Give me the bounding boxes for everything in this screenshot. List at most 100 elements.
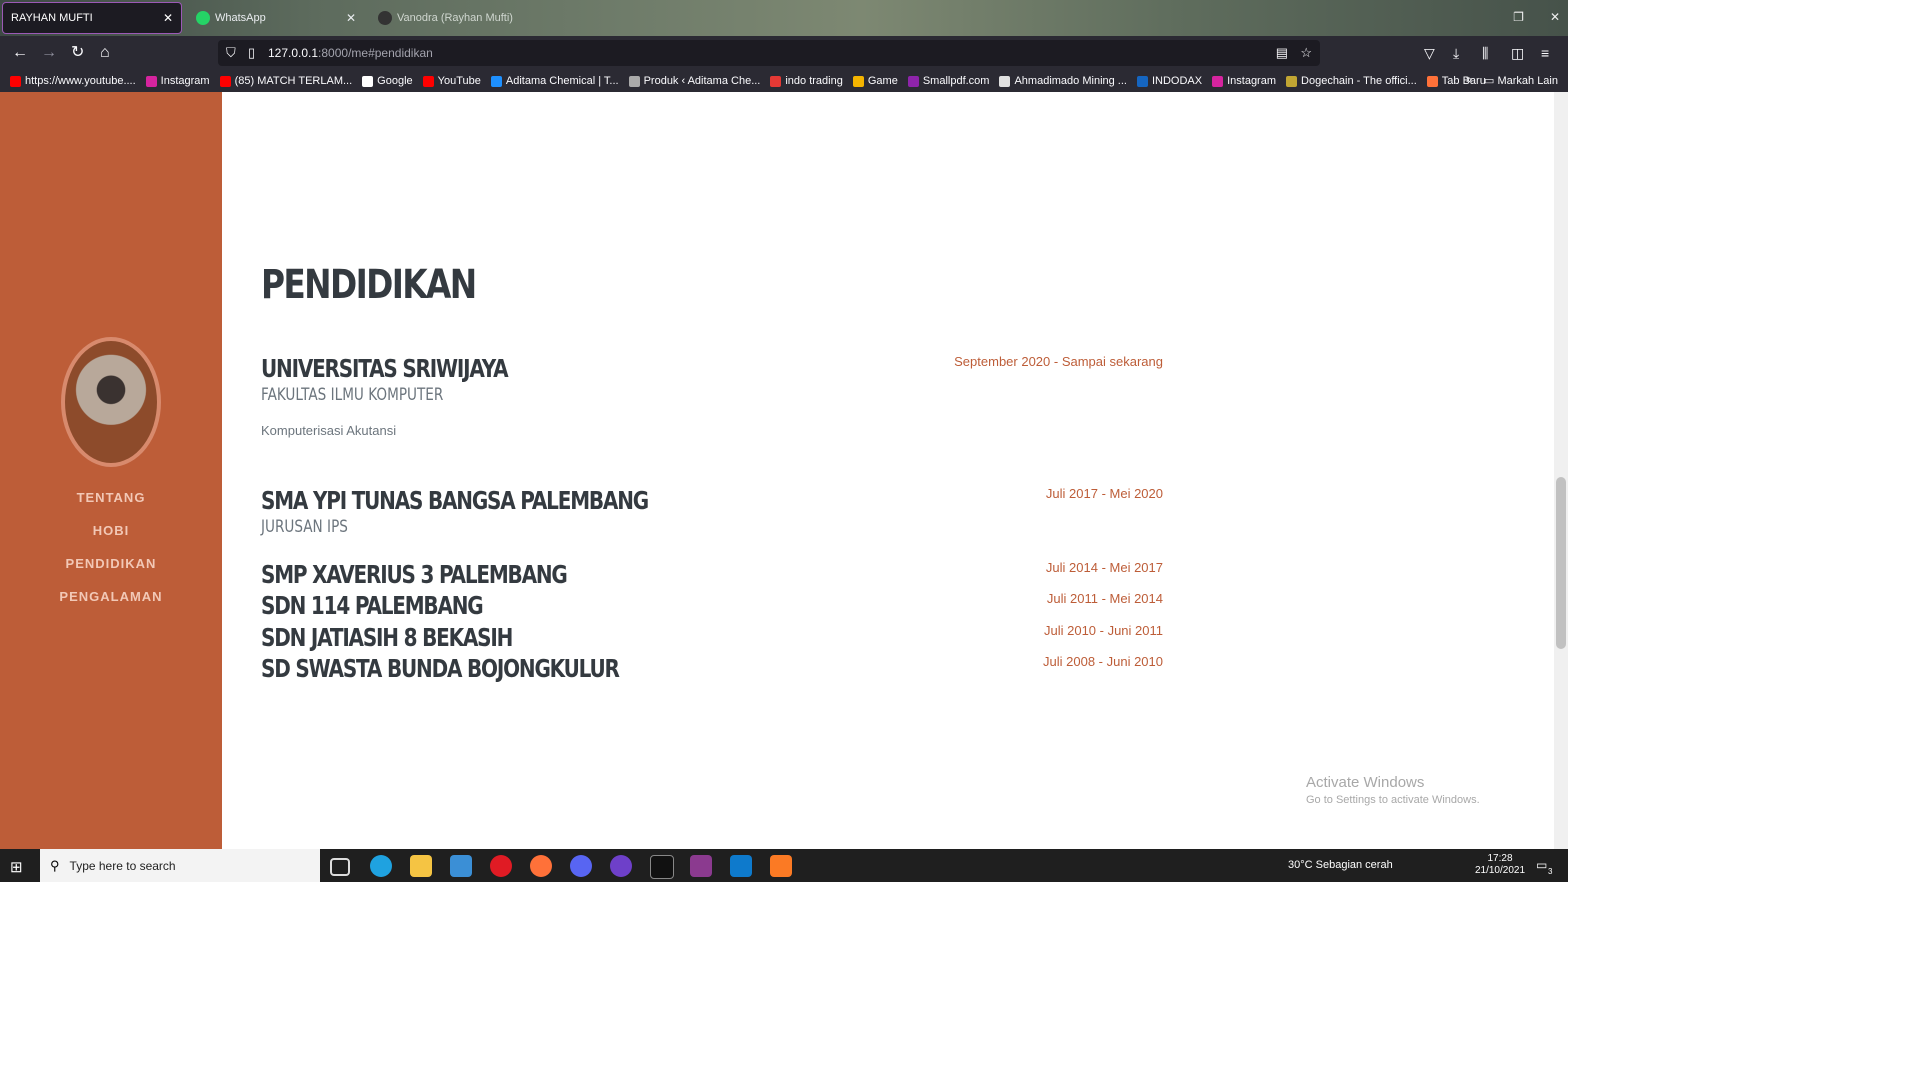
file-explorer-icon[interactable]: [410, 855, 432, 877]
reload-icon[interactable]: ↻: [71, 44, 84, 62]
bookmark-label: Instagram: [1227, 75, 1277, 87]
bookmark-item[interactable]: (85) MATCH TERLAM...: [219, 75, 352, 87]
nav-hobi[interactable]: HOBI: [0, 520, 222, 553]
page-scrollbar[interactable]: [1554, 92, 1568, 849]
education-entry: SMA YPI TUNAS BANGSA PALEMBANG JURUSAN I…: [261, 486, 1163, 537]
entry-date: Juli 2010 - Juni 2011: [1043, 623, 1163, 638]
entry-date: September 2020 - Sampai sekarang: [954, 354, 1163, 369]
bookmark-item[interactable]: Ahmadimado Mining ...: [999, 75, 1127, 87]
tab-rayhan-mufti[interactable]: RAYHAN MUFTI ✕: [2, 2, 182, 34]
bookmark-item[interactable]: https://www.youtube....: [10, 75, 136, 87]
bookmark-label: Produk ‹ Aditama Che...: [643, 75, 761, 87]
close-tab-icon[interactable]: ✕: [346, 11, 356, 25]
other-bookmarks-folder[interactable]: ▭ Markah Lain: [1484, 74, 1558, 87]
search-icon: ⚲: [50, 857, 60, 873]
bookmark-item[interactable]: Google: [362, 75, 413, 87]
store-icon[interactable]: [450, 855, 472, 877]
activate-windows-watermark: Activate Windows Go to Settings to activ…: [1306, 774, 1480, 806]
bookmark-item[interactable]: Aditama Chemical | T...: [490, 75, 619, 87]
discord-icon[interactable]: [570, 855, 592, 877]
pocket-icon[interactable]: ▽: [1424, 45, 1435, 62]
edge-icon[interactable]: [370, 855, 392, 877]
firefox-icon[interactable]: [530, 855, 552, 877]
clock[interactable]: 17:28 21/10/2021: [1472, 853, 1528, 877]
bookmark-label: INDODAX: [1151, 75, 1203, 87]
page-icon: ▯: [248, 45, 256, 60]
bookmark-favicon-icon: [1286, 75, 1298, 87]
entry-date: Juli 2008 - Juni 2010: [1043, 654, 1163, 669]
terminal-icon[interactable]: [650, 855, 674, 879]
close-tab-icon[interactable]: ✕: [163, 11, 173, 25]
side-nav: TENTANG HOBI PENDIDIKAN PENGALAMAN: [0, 487, 222, 619]
bookmark-item[interactable]: INDODAX: [1136, 75, 1203, 87]
scrollbar-thumb[interactable]: [1556, 477, 1566, 649]
opera-icon[interactable]: [490, 855, 512, 877]
education-entry: UNIVERSITAS SRIWIJAYA FAKULTAS ILMU KOMP…: [261, 354, 1163, 438]
bookmark-item[interactable]: Dogechain - The offici...: [1286, 75, 1417, 87]
forward-icon[interactable]: →: [41, 44, 57, 62]
github-desktop-icon[interactable]: [610, 855, 632, 877]
back-icon[interactable]: ←: [12, 44, 28, 62]
bookmark-favicon-icon: [362, 75, 374, 87]
sidebar-toggle-icon[interactable]: ◫: [1511, 45, 1524, 62]
menu-icon[interactable]: ≡: [1541, 45, 1549, 61]
winrar-icon[interactable]: [690, 855, 712, 877]
search-placeholder: Type here to search: [69, 858, 176, 873]
tab-label: WhatsApp: [215, 12, 266, 24]
bookmark-item[interactable]: Smallpdf.com: [907, 75, 989, 87]
bookmark-favicon-icon: [1426, 75, 1438, 87]
bookmark-item[interactable]: YouTube: [422, 75, 481, 87]
bookmark-favicon-icon: [145, 75, 157, 87]
nav-tentang[interactable]: TENTANG: [0, 487, 222, 520]
chevron-double-right-icon[interactable]: »: [1466, 74, 1472, 87]
home-icon[interactable]: ⌂: [100, 44, 110, 62]
xampp-icon[interactable]: [770, 855, 792, 877]
school-name: SMA YPI TUNAS BANGSA PALEMBANG: [261, 486, 649, 515]
vscode-icon[interactable]: [730, 855, 752, 877]
tab-label: RAYHAN MUFTI: [11, 12, 93, 24]
education-entry: SDN JATIASIH 8 BEKASIH Juli 2010 - Juni …: [261, 623, 1163, 652]
bookmark-star-icon[interactable]: ☆: [1300, 45, 1312, 61]
bookmark-label: indo trading: [785, 75, 843, 87]
bookmark-item[interactable]: Produk ‹ Aditama Che...: [628, 75, 761, 87]
bookmark-label: Google: [377, 75, 413, 87]
bookmark-label: Dogechain - The offici...: [1301, 75, 1417, 87]
reader-view-icon[interactable]: ▤: [1276, 45, 1288, 61]
school-name: SMP XAVERIUS 3 PALEMBANG: [261, 560, 568, 589]
title-bar: RAYHAN MUFTI ✕ WhatsApp ✕ Vanodra (Rayha…: [0, 0, 1568, 36]
task-view-icon[interactable]: [330, 858, 350, 876]
watermark-title: Activate Windows: [1306, 774, 1425, 791]
taskbar-search[interactable]: ⚲ Type here to search: [40, 849, 320, 882]
school-name: SD SWASTA BUNDA BOJONGKULUR: [261, 654, 620, 683]
section-title: PENDIDIKAN: [261, 262, 477, 308]
close-window-icon[interactable]: ✕: [1550, 10, 1560, 24]
windows-start-icon[interactable]: ⊞: [10, 858, 23, 876]
restore-window-icon[interactable]: ❐: [1513, 10, 1524, 24]
bookmark-item[interactable]: Instagram: [145, 75, 210, 87]
tab-whatsapp[interactable]: WhatsApp ✕: [188, 2, 364, 34]
bookmarks-bar: https://www.youtube.... Instagram (85) MAT…: [0, 70, 1568, 92]
profile-avatar: [61, 337, 161, 467]
library-icon[interactable]: ⫼: [1482, 45, 1488, 62]
notification-icon[interactable]: ▭: [1536, 858, 1547, 872]
download-icon[interactable]: ⤓: [1453, 45, 1459, 62]
bookmark-favicon-icon: [770, 75, 782, 87]
whatsapp-icon: [196, 11, 210, 25]
bookmark-item[interactable]: indo trading: [770, 75, 843, 87]
url-text[interactable]: 127.0.0.1:8000/me#pendidikan: [268, 46, 433, 60]
tab-github[interactable]: Vanodra (Rayhan Mufti): [370, 2, 550, 34]
bookmark-favicon-icon: [1136, 75, 1148, 87]
shield-icon[interactable]: ⛉: [226, 45, 236, 61]
bookmark-item[interactable]: Game: [852, 75, 898, 87]
tab-label: Vanodra (Rayhan Mufti): [397, 12, 513, 24]
url-bar[interactable]: ⛉ ▯ 127.0.0.1:8000/me#pendidikan ▤ ☆: [218, 40, 1320, 66]
weather-widget[interactable]: 30°C Sebagian cerah: [1288, 859, 1393, 871]
school-subtitle: JURUSAN IPS: [261, 517, 348, 537]
bookmark-favicon-icon: [422, 75, 434, 87]
nav-pengalaman[interactable]: PENGALAMAN: [0, 586, 222, 619]
bookmark-item[interactable]: Instagram: [1212, 75, 1276, 87]
school-name: SDN 114 PALEMBANG: [261, 591, 484, 620]
bookmark-favicon-icon: [490, 75, 502, 87]
clock-time: 17:28: [1487, 853, 1513, 864]
nav-pendidikan[interactable]: PENDIDIKAN: [0, 553, 222, 586]
